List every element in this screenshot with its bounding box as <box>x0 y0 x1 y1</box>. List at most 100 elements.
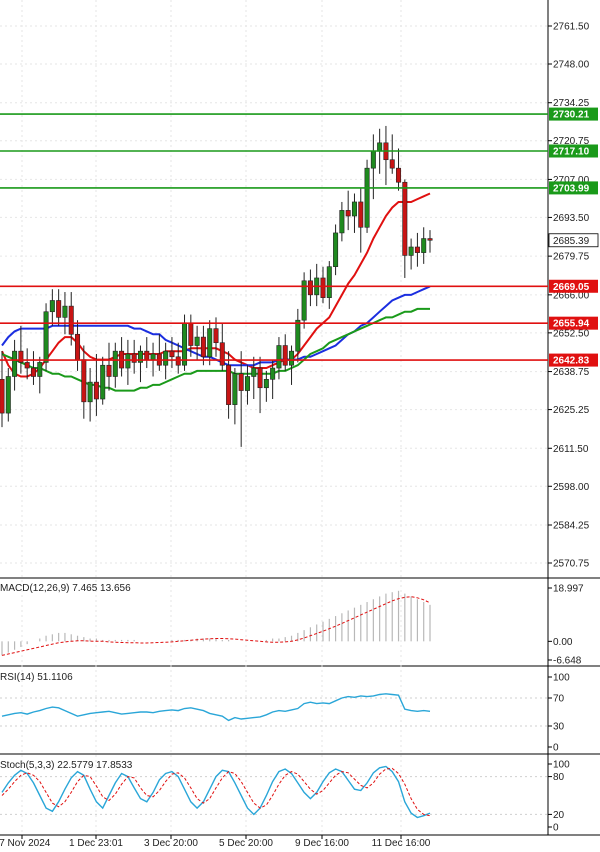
time-tick-label: 27 Nov 2024 <box>0 838 51 847</box>
level-price-tag: 2730.21 <box>549 107 598 121</box>
candle-body <box>238 373 244 391</box>
candle-body <box>30 367 36 377</box>
level-price-tag: 2655.94 <box>549 316 598 330</box>
candle-body <box>358 201 364 228</box>
stoch-tick-label: 100 <box>553 760 570 771</box>
price-tick-label: 2570.75 <box>553 559 590 570</box>
candle-body <box>125 353 131 369</box>
candle-body <box>49 300 55 313</box>
candle-body <box>408 246 414 256</box>
candle-body <box>106 364 112 377</box>
candle-body <box>257 367 263 389</box>
candle-body <box>389 159 395 169</box>
candle-body <box>307 280 313 296</box>
price-tick-label: 2638.75 <box>553 367 590 378</box>
macd-tick-label: 0.00 <box>553 637 573 648</box>
candle-body <box>263 379 269 389</box>
level-tag-label: 2642.83 <box>553 356 590 367</box>
candle-body <box>402 181 408 256</box>
candle-body <box>370 150 376 169</box>
level-price-tag: 2703.99 <box>549 181 598 195</box>
candle-body <box>282 345 288 366</box>
price-tick-label: 2584.25 <box>553 520 590 531</box>
candle-body <box>226 364 232 405</box>
price-tick-label: 2748.00 <box>553 60 590 71</box>
candle-body <box>62 305 68 318</box>
level-price-tag: 2642.83 <box>549 353 598 367</box>
price-tick-label: 2625.25 <box>553 405 590 416</box>
rsi-tick-label: 30 <box>553 722 565 733</box>
time-tick-label: 5 Dec 20:00 <box>219 838 273 847</box>
candle-body <box>182 322 188 366</box>
candle-body <box>175 356 181 366</box>
candle-body <box>0 379 5 414</box>
candle-body <box>75 333 81 360</box>
level-tag-label: 2717.10 <box>553 146 590 157</box>
candle-body <box>100 364 106 400</box>
level-tag-label: 2655.94 <box>553 319 590 330</box>
price-tick-label: 2679.75 <box>553 252 590 263</box>
candle-body <box>188 322 194 346</box>
candle-body <box>270 367 276 380</box>
candle-body <box>251 367 257 377</box>
stoch-tick-label: 0 <box>553 823 559 834</box>
candle-body <box>81 359 87 403</box>
price-tick-label: 2652.50 <box>553 328 590 339</box>
level-tag-label: 2730.21 <box>553 110 590 121</box>
candle-body <box>207 328 213 358</box>
price-tick-label: 2693.50 <box>553 213 590 224</box>
candle-body <box>289 350 295 366</box>
stoch-tick-label: 80 <box>553 772 565 783</box>
candle-body <box>414 246 420 253</box>
candle-body <box>339 210 345 234</box>
candle-body <box>131 353 137 363</box>
time-tick-label: 11 Dec 16:00 <box>372 838 431 847</box>
candle-body <box>37 362 43 377</box>
candle-body <box>232 373 238 405</box>
candle-body <box>12 350 18 377</box>
level-price-tag: 2669.05 <box>549 279 598 293</box>
macd-tick-label: 18.997 <box>553 584 584 595</box>
candle-body <box>112 350 118 377</box>
time-tick-label: 3 Dec 20:00 <box>144 838 198 847</box>
candle-body <box>326 266 332 298</box>
level-price-tag: 2717.10 <box>549 144 598 158</box>
candle-body <box>295 319 301 352</box>
stoch-label: Stoch(5,3,3) 22.5779 17.8533 <box>0 760 133 771</box>
rsi-tick-label: 70 <box>553 694 565 705</box>
price-tick-label: 2734.25 <box>553 98 590 109</box>
candle-body <box>68 305 74 335</box>
candle-body <box>377 142 383 152</box>
trading-chart: 2761.502748.002734.252720.752707.002693.… <box>0 0 600 849</box>
candle-body <box>144 350 150 360</box>
candle-body <box>345 210 351 217</box>
candle-body <box>87 381 93 403</box>
candle-body <box>200 336 206 358</box>
candle-body <box>43 311 49 363</box>
price-tick-label: 2611.50 <box>553 444 589 455</box>
macd-label: MACD(12,26,9) 7.465 13.656 <box>0 583 131 594</box>
candle-body <box>276 345 282 369</box>
candle-body <box>93 381 99 400</box>
candle-body <box>396 167 402 183</box>
candle-body <box>5 376 11 414</box>
candle-body <box>163 350 169 366</box>
level-tag-label: 2703.99 <box>553 183 590 194</box>
chart-stage: 2761.50 2748.00 2734.25 2720.75 2707.00 2693.… <box>0 0 600 849</box>
candle-body <box>244 376 250 391</box>
stoch-tick-label: 20 <box>553 810 565 821</box>
current-price-label: 2685.39 <box>553 236 590 247</box>
price-tick-label: 2598.00 <box>553 482 590 493</box>
candle-body <box>333 232 339 267</box>
macd-tick-label: -6.648 <box>553 656 582 667</box>
rsi-tick-label: 100 <box>553 673 570 684</box>
level-tag-label: 2669.05 <box>553 282 590 293</box>
time-tick-label: 1 Dec 23:01 <box>69 838 123 847</box>
candle-body <box>364 167 370 228</box>
candle-body <box>56 300 62 318</box>
candle-body <box>320 277 326 298</box>
rsi-tick-label: 0 <box>553 743 559 754</box>
candle-body <box>213 328 219 344</box>
candle-body <box>150 353 156 360</box>
candle-body <box>421 238 427 253</box>
